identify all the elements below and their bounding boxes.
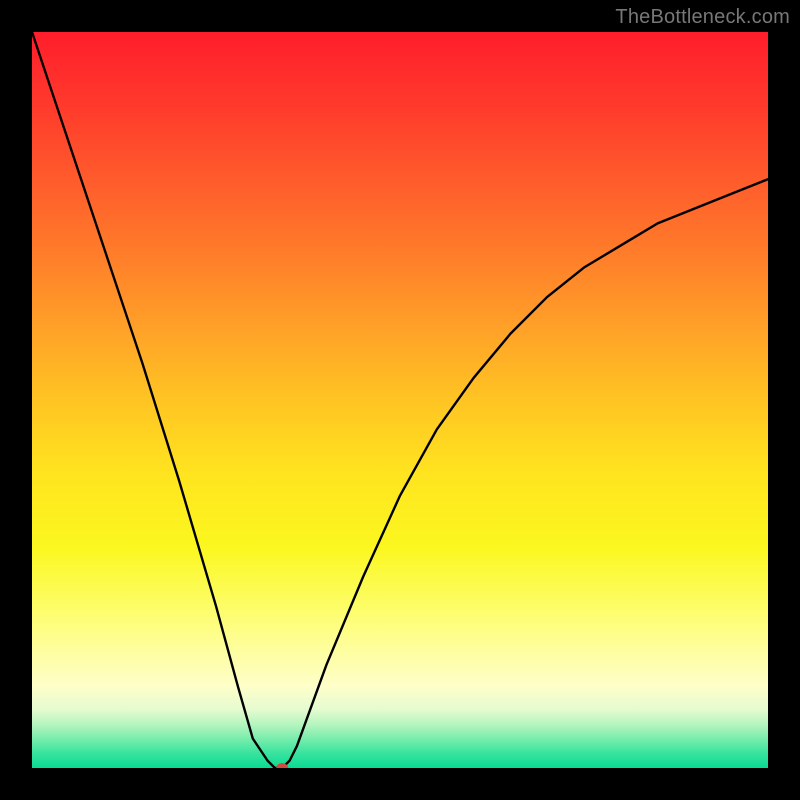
plot-area xyxy=(32,32,768,768)
watermark-text: TheBottleneck.com xyxy=(615,6,790,29)
chart-svg xyxy=(32,32,768,768)
bottleneck-curve xyxy=(32,32,768,768)
chart-frame: TheBottleneck.com xyxy=(0,0,800,800)
